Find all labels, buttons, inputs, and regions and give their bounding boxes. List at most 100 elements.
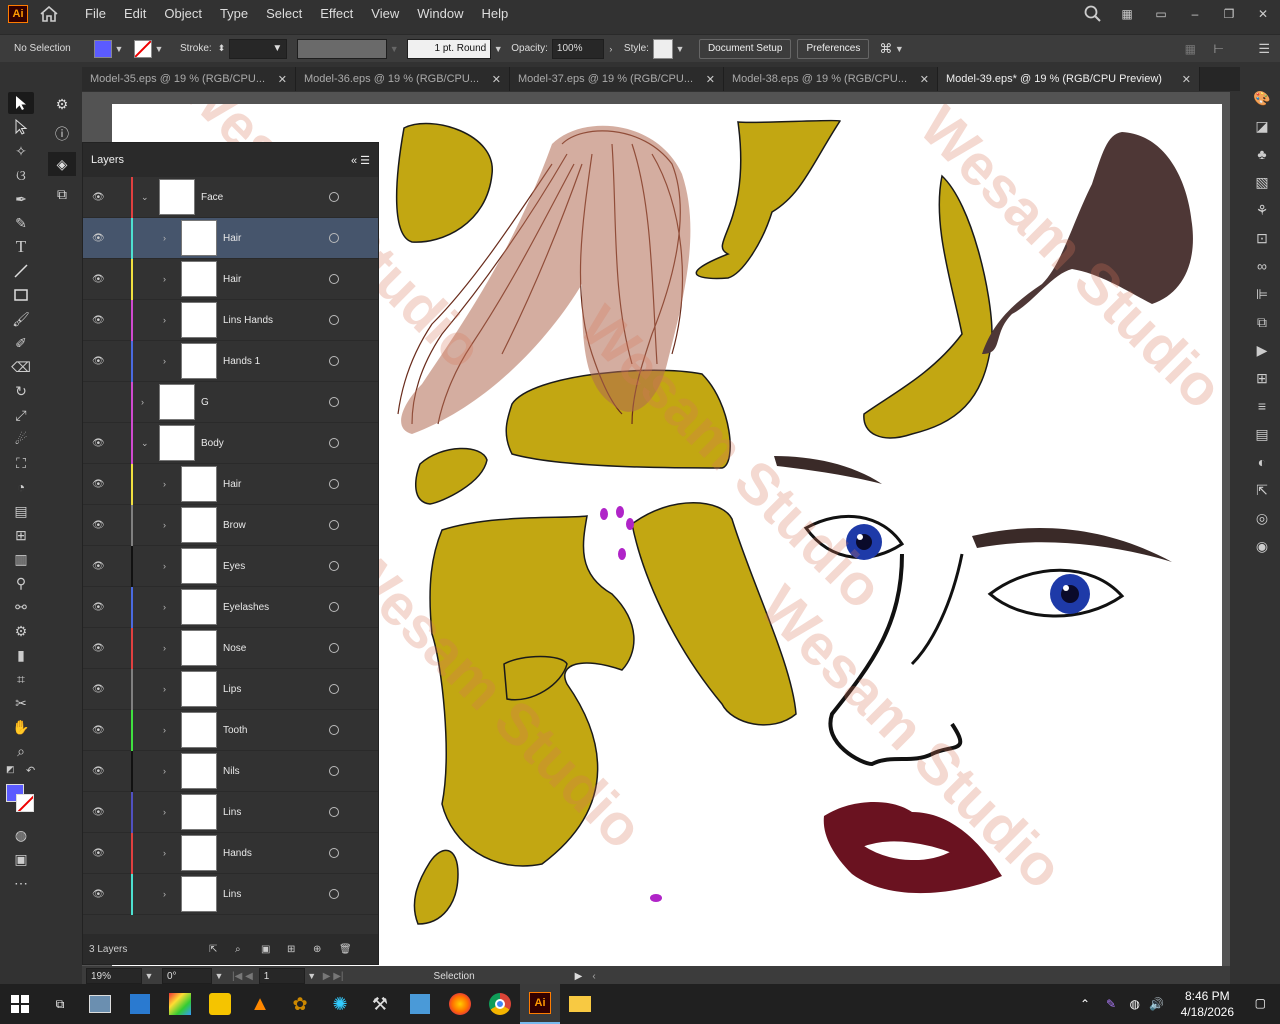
layer-row[interactable]: 👁 › Tooth [83, 710, 378, 751]
chevron-down-icon[interactable]: ▼ [892, 44, 906, 54]
locate-object-icon[interactable]: ⌕ [235, 944, 241, 955]
tab-model-38[interactable]: Model-38.eps @ 19 % (RGB/CPU... ✕ [724, 67, 938, 91]
file-explorer-icon[interactable] [560, 984, 600, 1024]
layer-row[interactable]: 👁 › Eyelashes [83, 587, 378, 628]
system-clock[interactable]: 8:46 PM 4/18/2026 [1181, 988, 1234, 1020]
network-icon[interactable]: ◍ [1130, 997, 1140, 1011]
gradient-icon[interactable]: ▤ [1248, 422, 1276, 446]
chevron-right-icon[interactable]: › [163, 479, 173, 489]
visibility-eye-icon[interactable]: 👁 [92, 274, 105, 285]
target-circle-icon[interactable] [329, 643, 339, 653]
visibility-eye-icon[interactable]: 👁 [92, 889, 105, 900]
chevron-down-icon[interactable]: ▼ [212, 971, 226, 981]
search-icon[interactable] [1076, 5, 1110, 23]
chevron-down-icon[interactable]: ▼ [112, 44, 126, 54]
mesh-tool-icon[interactable]: ⊞ [8, 524, 34, 546]
layer-row[interactable]: › G [83, 382, 378, 423]
chevron-right-icon[interactable]: › [163, 520, 173, 530]
properties-panel-icon[interactable]: ⚙ [48, 92, 76, 116]
chevron-down-icon[interactable]: ⌄ [141, 192, 151, 203]
layer-name[interactable]: Hair [223, 233, 241, 244]
layer-name[interactable]: Hands 1 [223, 356, 260, 367]
close-icon[interactable]: ✕ [278, 73, 287, 86]
target-circle-icon[interactable] [329, 233, 339, 243]
recolor-icon[interactable]: ⌘ [879, 41, 892, 57]
curvature-tool-icon[interactable]: ✎ [8, 212, 34, 234]
layer-row[interactable]: 👁 › Lips [83, 669, 378, 710]
tab-model-39[interactable]: Model-39.eps* @ 19 % (RGB/CPU Preview) ✕ [938, 67, 1200, 91]
visibility-eye-icon[interactable]: 👁 [92, 848, 105, 859]
menu-type[interactable]: Type [211, 0, 257, 28]
windows-start-icon[interactable] [0, 984, 40, 1024]
chevron-right-icon[interactable]: › [163, 561, 173, 571]
layer-row[interactable]: 👁 › Lins Hands [83, 300, 378, 341]
chevron-down-icon[interactable]: ⌄ [141, 438, 151, 449]
layer-name[interactable]: Hands [223, 848, 252, 859]
layer-name[interactable]: Nose [223, 643, 246, 654]
layer-row[interactable]: 👁 › Hair [83, 218, 378, 259]
delete-layer-icon[interactable]: 🗑 [339, 944, 352, 955]
target-circle-icon[interactable] [329, 356, 339, 366]
warp-tool-icon[interactable]: ☄ [8, 428, 34, 450]
rotate-tool-icon[interactable]: ↻ [8, 380, 34, 402]
layer-row[interactable]: 👁 › Eyes [83, 546, 378, 587]
line-tool-icon[interactable] [8, 260, 34, 282]
slice-tool-icon[interactable]: ✂ [8, 692, 34, 714]
status-menu-icon[interactable]: ▶ [575, 971, 583, 982]
visibility-eye-icon[interactable]: 👁 [92, 520, 105, 531]
variable-width-profile[interactable] [297, 38, 388, 59]
target-circle-icon[interactable] [329, 479, 339, 489]
layer-name[interactable]: Hair [223, 274, 241, 285]
layer-name[interactable]: Brow [223, 520, 246, 531]
target-circle-icon[interactable] [329, 438, 339, 448]
appearance-icon[interactable]: ◎ [1248, 506, 1276, 530]
visibility-eye-icon[interactable]: 👁 [92, 356, 105, 367]
target-circle-icon[interactable] [329, 725, 339, 735]
layer-name[interactable]: Nils [223, 766, 240, 777]
layer-name[interactable]: Lins [223, 807, 241, 818]
layer-name[interactable]: Lins Hands [223, 315, 273, 326]
layer-row[interactable]: 👁 › Lins [83, 874, 378, 915]
chevron-right-icon[interactable]: › [163, 274, 173, 284]
artboards-icon[interactable]: ⊞ [1248, 366, 1276, 390]
layer-row[interactable]: 👁 › Hair [83, 259, 378, 300]
shaper-tool-icon[interactable]: ✐ [8, 332, 34, 354]
visibility-eye-icon[interactable]: 👁 [92, 479, 105, 490]
zoom-field[interactable]: 19% [86, 968, 142, 984]
selection-tool-icon[interactable] [8, 92, 34, 114]
panel-menu-icon[interactable]: ☰ [1258, 41, 1270, 57]
visibility-eye-icon[interactable]: 👁 [92, 438, 105, 449]
tools-app-icon[interactable]: ⚒ [360, 984, 400, 1024]
visibility-eye-icon[interactable]: 👁 [92, 602, 105, 613]
new-sublayer-icon[interactable]: ⊞ [287, 944, 295, 955]
paintbrush-tool-icon[interactable]: 🖌 [8, 308, 34, 330]
close-icon[interactable]: ✕ [492, 73, 501, 86]
opacity-field[interactable]: 100% [551, 38, 604, 59]
artboard-tool-icon[interactable]: ⌗ [8, 668, 34, 690]
close-icon[interactable]: ✕ [1182, 73, 1191, 86]
target-circle-icon[interactable] [329, 192, 339, 202]
menu-object[interactable]: Object [155, 0, 211, 28]
export-icon[interactable]: ⇱ [209, 944, 217, 955]
links-icon[interactable]: ∞ [1248, 254, 1276, 278]
menu-view[interactable]: View [362, 0, 408, 28]
chevron-right-icon[interactable]: › [163, 684, 173, 694]
close-icon[interactable]: ✕ [706, 73, 715, 86]
visibility-eye-icon[interactable]: 👁 [92, 561, 105, 572]
align-icon[interactable]: ▦ [1185, 42, 1196, 56]
target-circle-icon[interactable] [329, 274, 339, 284]
artboards-panel-icon[interactable]: ⧉ [48, 182, 76, 206]
tab-model-37[interactable]: Model-37.eps @ 19 % (RGB/CPU... ✕ [510, 67, 724, 91]
fill-swatch[interactable] [94, 39, 112, 58]
lasso-tool-icon[interactable]: ଓ [8, 164, 34, 186]
menu-edit[interactable]: Edit [115, 0, 155, 28]
tab-model-36[interactable]: Model-36.eps @ 19 % (RGB/CPU... ✕ [296, 67, 510, 91]
perspective-grid-tool-icon[interactable]: ▤ [8, 500, 34, 522]
actions-icon[interactable]: ▶ [1248, 338, 1276, 362]
chevron-down-icon[interactable]: ▼ [142, 971, 156, 981]
chevron-right-icon[interactable]: › [163, 766, 173, 776]
eraser-tool-icon[interactable]: ⌫ [8, 356, 34, 378]
layer-name[interactable]: Body [201, 438, 224, 449]
preferences-button[interactable]: Preferences [797, 38, 870, 59]
pen-tool-icon[interactable]: ✒ [8, 188, 34, 210]
